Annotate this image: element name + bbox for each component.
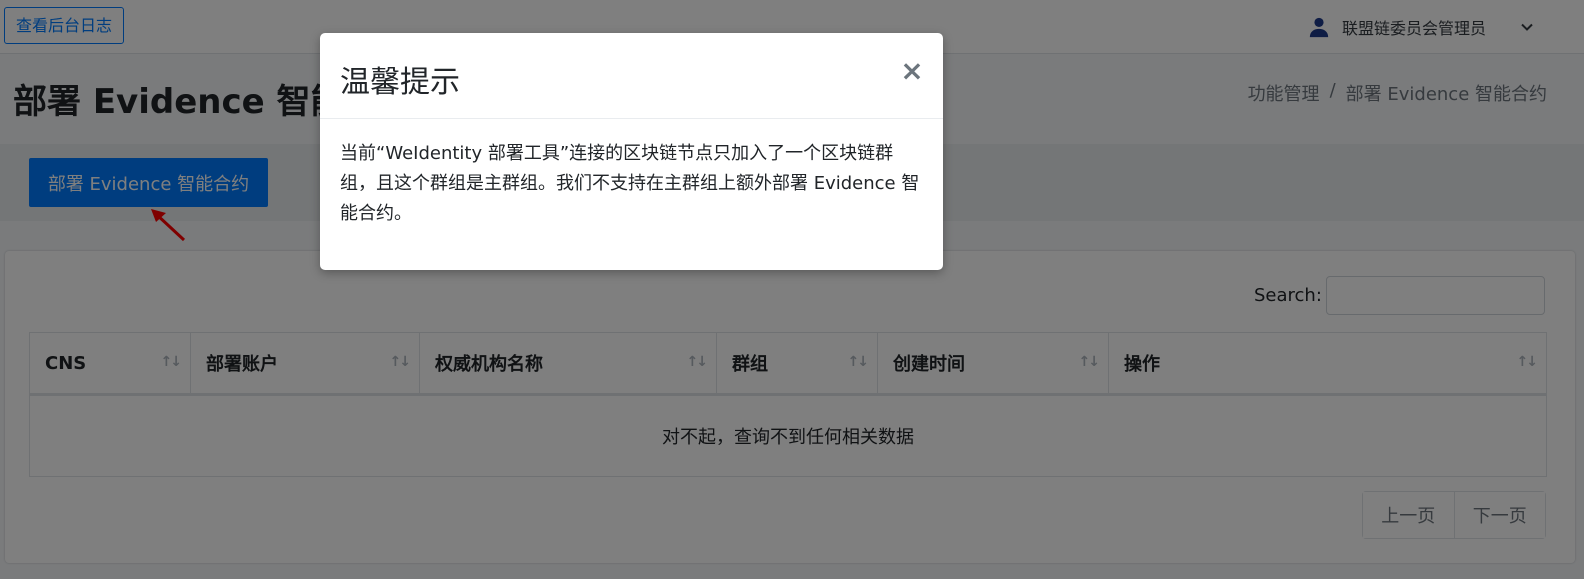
modal-message: 当前“WeIdentity 部署工具”连接的区块链节点只加入了一个区块链群组，且… [340, 143, 920, 224]
modal-title: 温馨提示 [340, 65, 460, 100]
warning-modal: 温馨提示 × 当前“WeIdentity 部署工具”连接的区块链节点只加入了一个… [320, 33, 943, 270]
modal-header: 温馨提示 × [320, 33, 943, 119]
close-icon[interactable]: × [897, 53, 927, 89]
